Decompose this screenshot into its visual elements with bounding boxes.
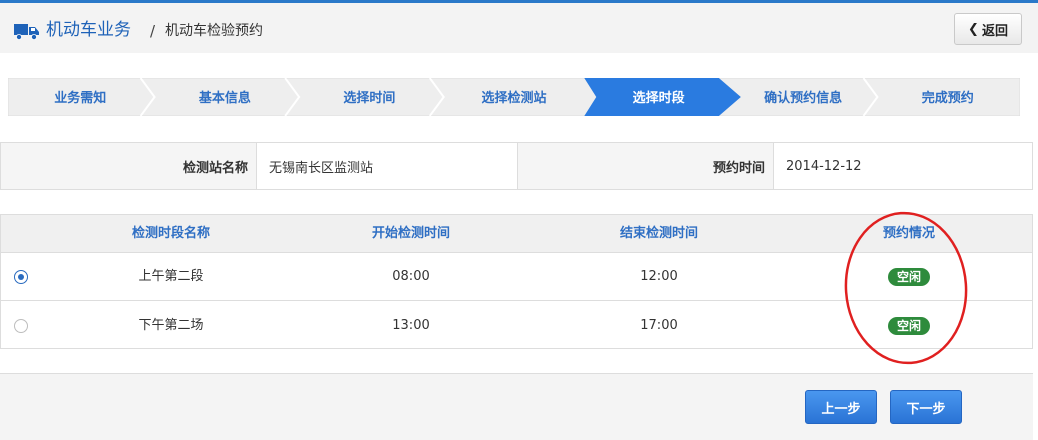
step-5: 选择时段 (584, 78, 741, 116)
step-7: 完成预约 (922, 90, 974, 106)
column-header-status: 预约情况 (882, 226, 935, 241)
slot-name-cell: 上午第二段 (138, 269, 204, 284)
chevron-left-icon: ❮ (968, 21, 979, 37)
step-label: 选择检测站 (481, 90, 546, 106)
step-label: 业务需知 (54, 90, 106, 106)
previous-step-button[interactable]: 上一步 (805, 390, 877, 424)
appointment-info-table: 检测站名称 无锡南长区监测站 预约时间 2014-12-12 (0, 142, 1033, 190)
slot-radio[interactable] (14, 270, 28, 284)
step-progress-bar: 业务需知 基本信息 选择时间 选择检测站 选择时段 确认预约信息 完成预约 (8, 78, 1020, 116)
station-name-label: 检测站名称 (1, 143, 256, 189)
slot-name-cell: 下午第二场 (138, 318, 204, 333)
start-time-cell: 13:00 (392, 318, 430, 333)
next-step-button[interactable]: 下一步 (890, 390, 962, 424)
start-time-cell: 08:00 (392, 269, 430, 284)
status-badge: 空闲 (887, 316, 930, 335)
column-header-start-time: 开始检测时间 (371, 226, 450, 241)
breadcrumb-current: 机动车检验预约 (165, 23, 263, 39)
breadcrumb-separator: / (150, 22, 156, 40)
page-header: 机动车业务 / 机动车检验预约 ❮ 返回 (0, 3, 1038, 53)
truck-icon (14, 24, 39, 40)
column-header-slot-name: 检测时段名称 (131, 226, 210, 241)
time-slot-table: 检测时段名称 开始检测时间 结束检测时间 预约情况 上午第二段 08:00 12… (0, 214, 1033, 349)
end-time-cell: 12:00 (640, 269, 678, 284)
back-button[interactable]: ❮ 返回 (954, 13, 1022, 45)
step-label: 选择时段 (633, 90, 685, 106)
status-badge: 空闲 (887, 267, 930, 286)
step-4: 选择检测站 (481, 90, 546, 106)
column-header-end-time: 结束检测时间 (619, 226, 698, 241)
table-row[interactable]: 上午第二段 08:00 12:00 空闲 (1, 253, 1032, 301)
breadcrumb-main-link[interactable]: 机动车业务 (46, 18, 131, 42)
station-name-value: 无锡南长区监测站 (257, 143, 517, 189)
appointment-time-value: 2014-12-12 (774, 143, 1032, 189)
end-time-cell: 17:00 (640, 318, 678, 333)
slot-radio[interactable] (14, 319, 28, 333)
step-label: 完成预约 (922, 90, 974, 106)
step-label: 基本信息 (198, 90, 251, 106)
action-footer: 上一步 下一步 (0, 373, 1033, 440)
table-row[interactable]: 下午第二场 13:00 17:00 空闲 (1, 302, 1032, 350)
step-label: 确认预约信息 (764, 90, 842, 106)
appointment-time-label: 预约时间 (518, 143, 773, 189)
table-header-row: 检测时段名称 开始检测时间 结束检测时间 预约情况 (1, 215, 1032, 253)
back-button-label: 返回 (981, 23, 1008, 39)
step-label: 选择时间 (343, 90, 395, 106)
